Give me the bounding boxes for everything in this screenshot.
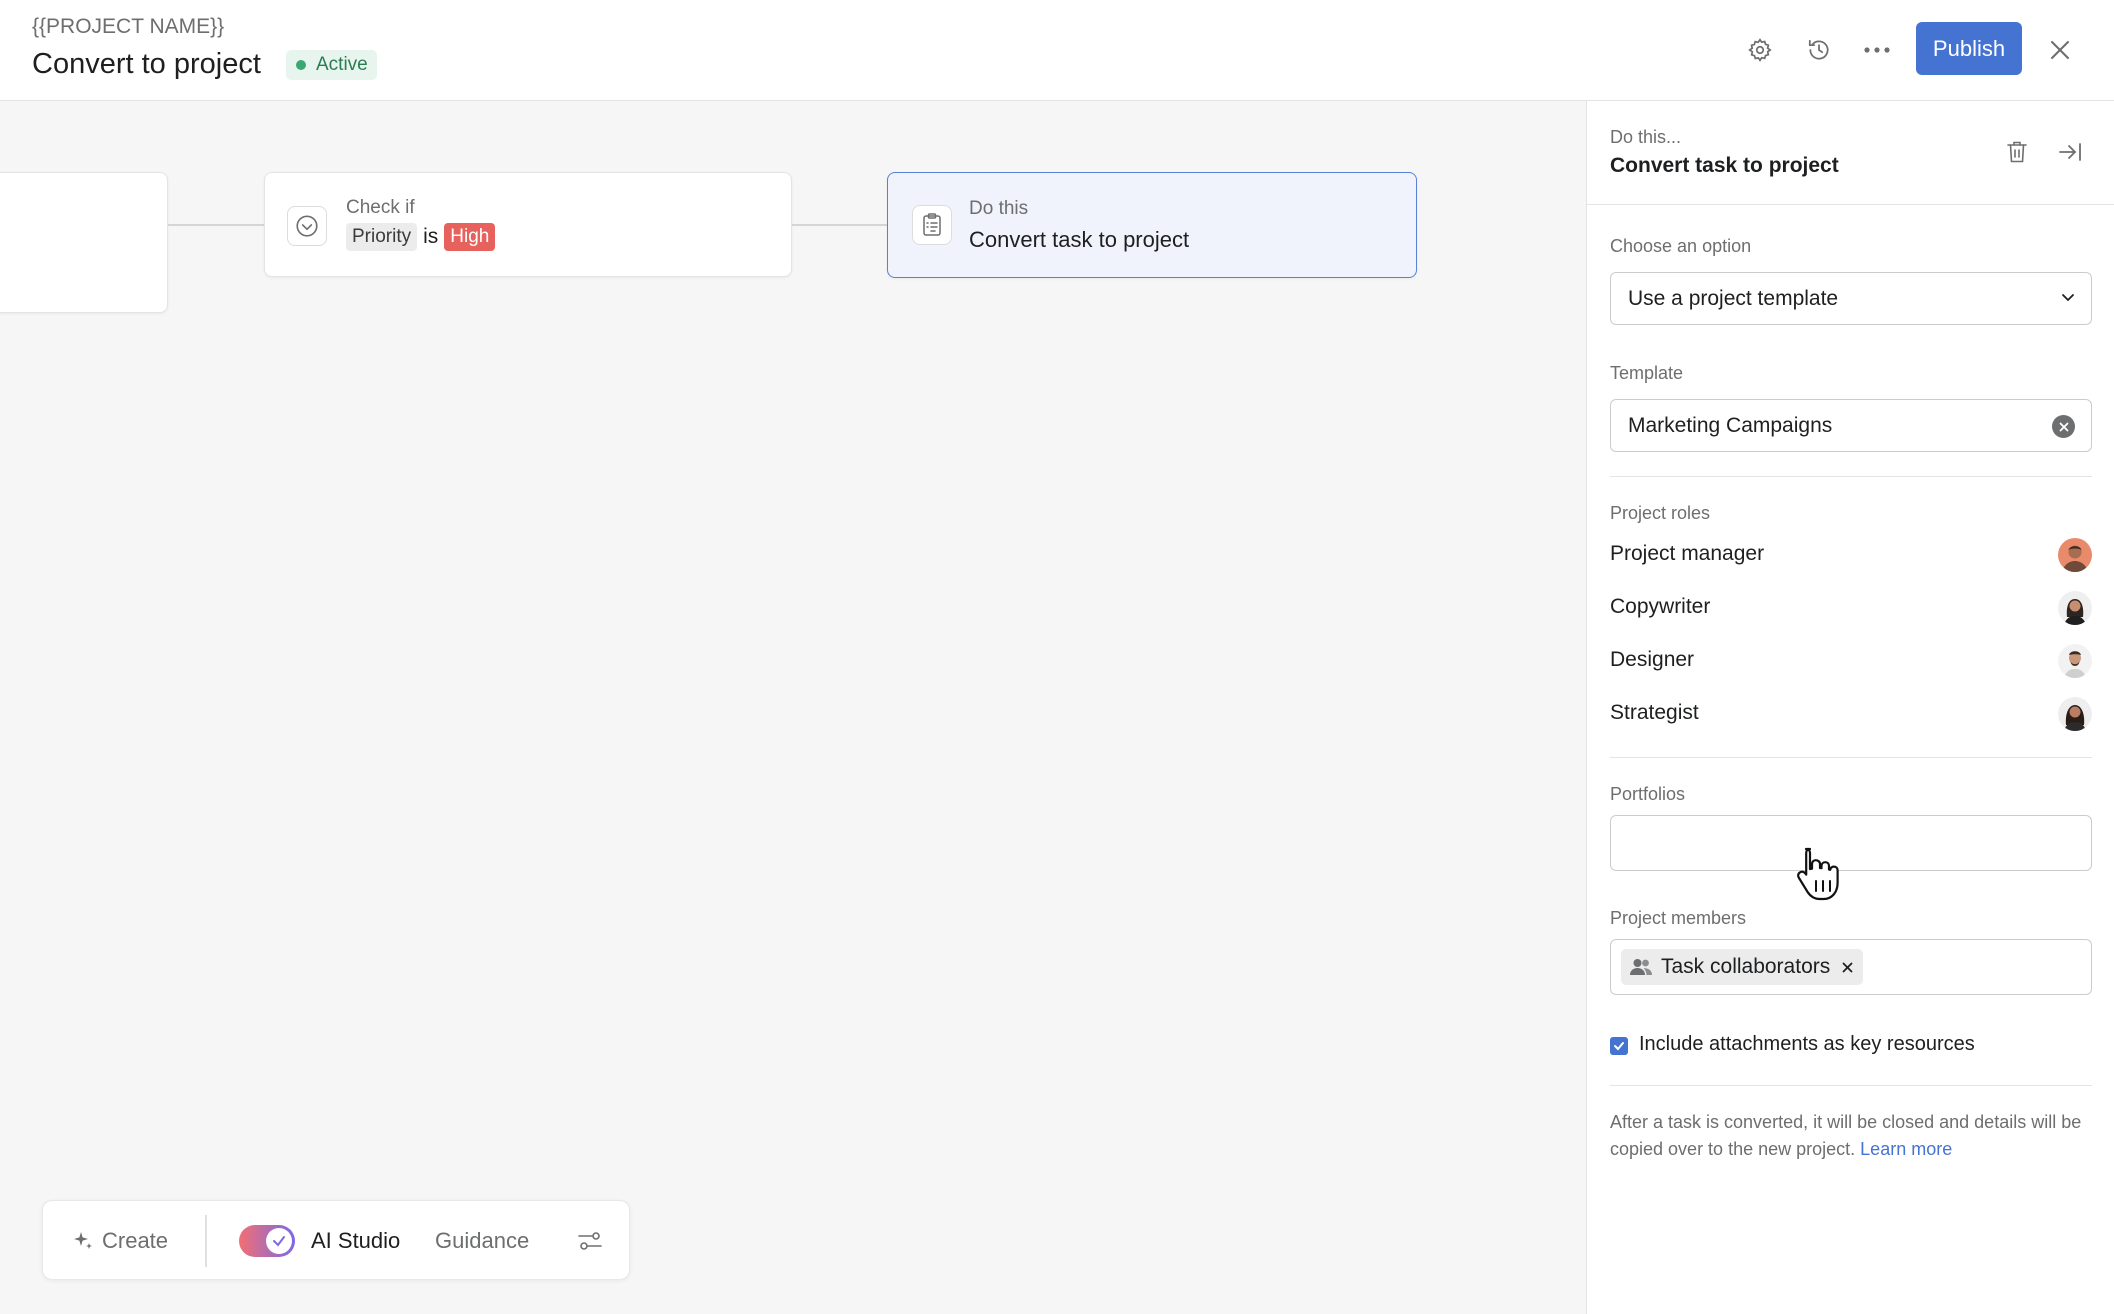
sparkle-icon bbox=[74, 1232, 92, 1249]
check-icon bbox=[273, 1236, 285, 1247]
more-icon[interactable] bbox=[1857, 30, 1897, 70]
role-row-copywriter[interactable]: Copywriter bbox=[1610, 591, 2092, 625]
learn-more-link[interactable]: Learn more bbox=[1860, 1139, 1952, 1159]
clipboard-icon bbox=[912, 205, 952, 245]
role-name: Copywriter bbox=[1610, 595, 1711, 618]
action-details-panel: Do this... Convert task to project Choos… bbox=[1586, 101, 2114, 1314]
page-title[interactable]: Convert to project bbox=[32, 48, 261, 81]
people-icon bbox=[1630, 959, 1652, 975]
remove-chip-icon[interactable] bbox=[1842, 962, 1853, 973]
role-name: Designer bbox=[1610, 648, 1695, 671]
role-name: Strategist bbox=[1610, 701, 1699, 724]
condition-node[interactable]: Check if Priority is High bbox=[264, 172, 792, 277]
filter-settings-icon[interactable] bbox=[577, 1201, 603, 1281]
choose-option-label: Choose an option bbox=[1610, 236, 1752, 256]
action-label: Do this bbox=[969, 198, 1029, 219]
role-name: Project manager bbox=[1610, 542, 1765, 565]
panel-header-label: Do this... bbox=[1610, 127, 1682, 147]
option-select-value: Use a project template bbox=[1628, 287, 1839, 310]
status-badge: Active bbox=[286, 50, 377, 80]
connector-line bbox=[168, 224, 264, 226]
history-icon[interactable] bbox=[1799, 30, 1839, 70]
guidance-button[interactable]: Guidance bbox=[435, 1201, 529, 1281]
project-name[interactable]: {{PROJECT NAME}} bbox=[32, 15, 224, 39]
template-value: Marketing Campaigns bbox=[1628, 414, 1833, 437]
check-icon bbox=[1614, 1042, 1624, 1051]
avatar[interactable] bbox=[2058, 644, 2092, 678]
close-icon[interactable] bbox=[2040, 30, 2080, 70]
field-chip: Priority bbox=[346, 223, 418, 251]
value-chip: High bbox=[444, 223, 496, 251]
condition-expression: Priority is High bbox=[346, 223, 496, 251]
role-row-project-manager[interactable]: Project manager bbox=[1610, 538, 2092, 572]
section-divider bbox=[1610, 476, 2092, 477]
include-attachments-label[interactable]: Include attachments as key resources bbox=[1639, 1033, 1975, 1056]
role-row-designer[interactable]: Designer bbox=[1610, 644, 2092, 678]
conversion-footnote: After a task is converted, it will be cl… bbox=[1610, 1109, 2090, 1163]
template-label: Template bbox=[1610, 363, 1684, 383]
status-dot bbox=[296, 60, 306, 70]
top-header: {{PROJECT NAME}} Convert to project Acti… bbox=[0, 0, 2114, 101]
template-field[interactable]: Marketing Campaigns bbox=[1610, 399, 2092, 452]
member-chip-label: Task collaborators bbox=[1661, 955, 1831, 978]
create-button[interactable]: Create bbox=[71, 1201, 168, 1281]
section-divider bbox=[1610, 757, 2092, 758]
avatar[interactable] bbox=[2058, 591, 2092, 625]
avatar[interactable] bbox=[2058, 697, 2092, 731]
ai-studio-toggle[interactable] bbox=[239, 1225, 295, 1257]
bottom-toolbar: Create AI Studio Guidance bbox=[42, 1200, 630, 1280]
role-row-strategist[interactable]: Strategist bbox=[1610, 697, 2092, 731]
portfolios-label: Portfolios bbox=[1610, 784, 1686, 804]
project-members-input[interactable]: Task collaborators bbox=[1610, 939, 2092, 995]
trash-icon[interactable] bbox=[2002, 137, 2032, 167]
project-members-label: Project members bbox=[1610, 908, 1747, 928]
action-title: Convert task to project bbox=[969, 227, 1190, 252]
condition-label: Check if bbox=[346, 197, 415, 218]
trigger-node[interactable] bbox=[0, 172, 168, 313]
project-roles-label: Project roles bbox=[1610, 503, 1711, 523]
action-node[interactable]: Do this Convert task to project bbox=[887, 172, 1417, 278]
collapse-panel-icon[interactable] bbox=[2055, 137, 2085, 167]
avatar[interactable] bbox=[2058, 538, 2092, 572]
portfolios-input[interactable] bbox=[1610, 815, 2092, 871]
create-label: Create bbox=[102, 1228, 169, 1253]
condition-icon bbox=[287, 206, 327, 246]
connector-line bbox=[792, 224, 888, 226]
member-chip[interactable]: Task collaborators bbox=[1621, 949, 1864, 985]
panel-title: Convert task to project bbox=[1610, 154, 1839, 177]
hand-cursor-icon bbox=[1796, 845, 1848, 905]
ai-studio-label[interactable]: AI Studio bbox=[311, 1201, 400, 1281]
panel-divider bbox=[1587, 204, 2114, 205]
status-label: Active bbox=[316, 54, 368, 75]
footnote-text: After a task is converted, it will be cl… bbox=[1610, 1112, 2082, 1159]
option-select[interactable]: Use a project template bbox=[1610, 272, 2092, 325]
include-attachments-checkbox[interactable] bbox=[1610, 1037, 1628, 1055]
operator-text: is bbox=[423, 225, 439, 248]
chevron-down-icon bbox=[2062, 294, 2074, 302]
toolbar-divider bbox=[205, 1215, 207, 1267]
section-divider bbox=[1610, 1085, 2092, 1086]
clear-template-icon[interactable] bbox=[2052, 415, 2075, 438]
publish-button[interactable]: Publish bbox=[1916, 22, 2022, 75]
gear-icon[interactable] bbox=[1740, 30, 1780, 70]
toggle-knob bbox=[266, 1228, 292, 1254]
